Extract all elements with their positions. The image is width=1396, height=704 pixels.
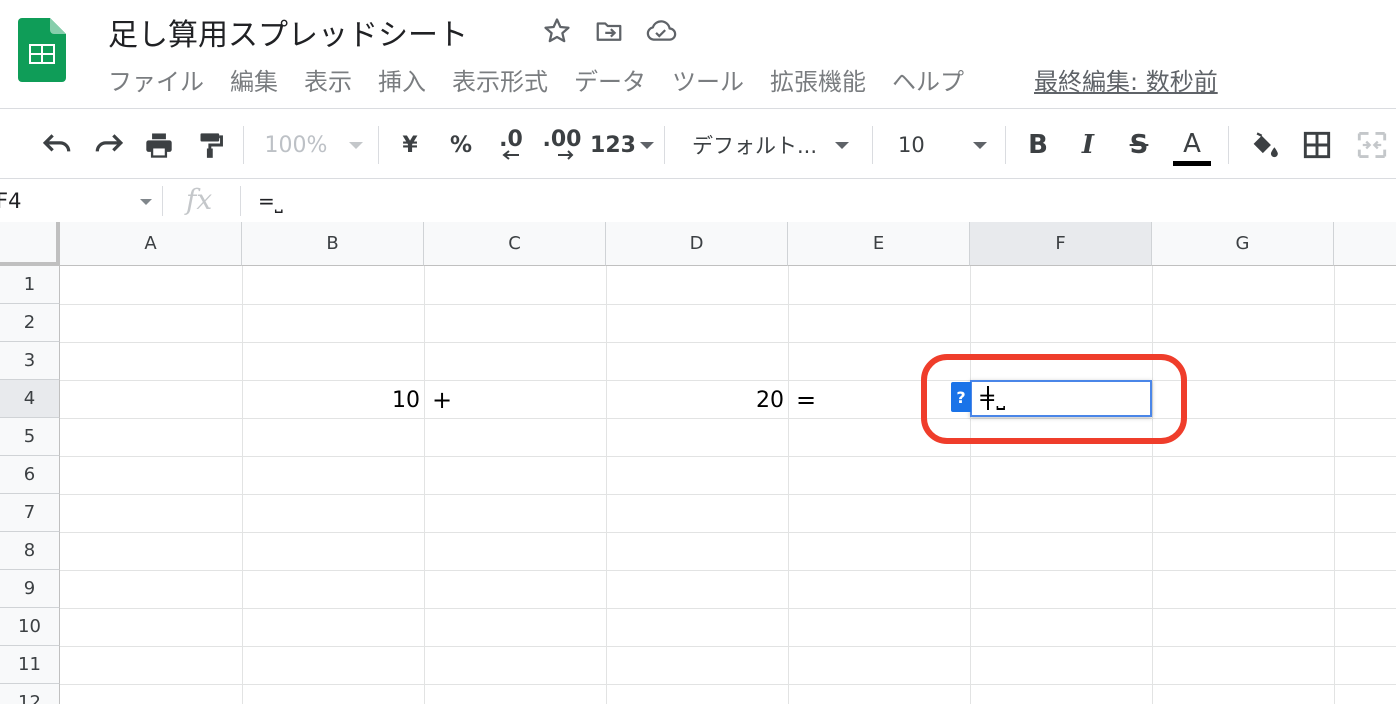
fx-icon: fx (186, 183, 213, 216)
name-box[interactable]: F4 (0, 180, 146, 222)
highlight-annotation (921, 354, 1187, 444)
star-icon[interactable] (540, 14, 574, 48)
divider (0, 108, 1396, 109)
row-header-8[interactable]: 8 (0, 532, 60, 570)
row-header-3[interactable]: 3 (0, 342, 60, 380)
font-size-select[interactable]: 10 (898, 112, 994, 178)
menu-extensions[interactable]: 拡張機能 (770, 64, 866, 100)
column-header-c[interactable]: C (424, 222, 606, 266)
increase-decimal-button[interactable]: .00 (542, 112, 582, 178)
borders-icon[interactable] (1300, 112, 1334, 178)
select-all-corner[interactable] (0, 222, 60, 266)
font-select[interactable]: デフォルト... (692, 112, 860, 178)
more-formats-label: 123 (590, 132, 636, 158)
row-header-6[interactable]: 6 (0, 456, 60, 494)
cell-e4[interactable]: = (796, 381, 816, 419)
text-color-label: A (1183, 128, 1201, 159)
formula-bar: F4 fx =⎵ (0, 180, 1396, 222)
row-header-1[interactable]: 1 (0, 266, 60, 304)
row-header-10[interactable]: 10 (0, 608, 60, 646)
menu-bar: ファイル 編集 表示 挿入 表示形式 データ ツール 拡張機能 ヘルプ (108, 64, 990, 100)
decrease-decimal-button[interactable]: .0 (494, 112, 528, 178)
arrow-right-icon (558, 150, 574, 160)
decrease-decimal-label: .0 (499, 127, 523, 152)
currency-button[interactable]: ¥ (396, 112, 424, 178)
arrow-left-icon (502, 150, 519, 160)
bold-button[interactable]: B (1024, 112, 1052, 178)
font-size-value: 10 (898, 133, 925, 157)
cell-b4[interactable]: 10 (242, 382, 420, 420)
italic-button[interactable]: I (1074, 112, 1102, 178)
google-sheets-logo-icon[interactable] (18, 18, 66, 82)
column-header-f[interactable]: F (970, 222, 1152, 266)
text-color-button[interactable]: A (1172, 112, 1212, 178)
paint-format-icon[interactable] (194, 112, 228, 178)
more-formats-button[interactable]: 123 (590, 112, 654, 178)
zoom-value: 100% (264, 132, 328, 158)
menu-data[interactable]: データ (574, 64, 646, 100)
row-header-5[interactable]: 5 (0, 418, 60, 456)
move-folder-icon[interactable] (592, 14, 626, 48)
redo-icon[interactable] (88, 112, 128, 178)
column-header-h[interactable] (1334, 222, 1396, 266)
print-icon[interactable] (140, 112, 178, 178)
cloud-saved-icon[interactable] (644, 14, 678, 48)
toolbar: 100% ¥ % .0 .00 123 デフォルト... 10 B I S A (0, 112, 1396, 178)
name-box-caret-icon[interactable] (140, 199, 152, 205)
row-header-9[interactable]: 9 (0, 570, 60, 608)
row-header-12[interactable]: 12 (0, 684, 60, 704)
row-header-11[interactable]: 11 (0, 646, 60, 684)
percent-button[interactable]: % (446, 112, 476, 178)
divider (0, 178, 1396, 179)
column-header-e[interactable]: E (788, 222, 970, 266)
sheets-window: 足し算用スプレッドシート ファイル 編集 表示 挿入 表示形式 データ ツール … (0, 0, 1396, 704)
increase-decimal-label: .00 (542, 127, 582, 152)
row-header-4[interactable]: 4 (0, 380, 60, 418)
column-header-g[interactable]: G (1152, 222, 1334, 266)
menu-file[interactable]: ファイル (108, 64, 204, 100)
strikethrough-button[interactable]: S (1124, 112, 1154, 178)
menu-format[interactable]: 表示形式 (452, 64, 548, 100)
last-edit-link[interactable]: 最終編集: 数秒前 (1034, 64, 1218, 100)
cell-d4[interactable]: 20 (606, 382, 784, 420)
spreadsheet-grid[interactable]: A B C D E F G 1 2 3 4 5 6 7 8 9 10 11 12 (0, 222, 1396, 704)
column-header-d[interactable]: D (606, 222, 788, 266)
cell-c4[interactable]: + (432, 381, 452, 419)
formula-input[interactable]: =⎵ (258, 180, 283, 222)
column-header-b[interactable]: B (242, 222, 424, 266)
column-header-a[interactable]: A (60, 222, 242, 266)
menu-view[interactable]: 表示 (304, 64, 352, 100)
document-title[interactable]: 足し算用スプレッドシート (108, 10, 468, 54)
menu-edit[interactable]: 編集 (230, 64, 278, 100)
fill-color-icon[interactable] (1246, 112, 1282, 178)
row-header-7[interactable]: 7 (0, 494, 60, 532)
zoom-select[interactable]: 100% (262, 112, 366, 178)
row-header-2[interactable]: 2 (0, 304, 60, 342)
merge-cells-icon[interactable] (1354, 112, 1390, 178)
font-value: デフォルト... (692, 134, 818, 158)
menu-tools[interactable]: ツール (672, 64, 744, 100)
text-color-swatch (1173, 160, 1211, 166)
undo-icon[interactable] (38, 112, 78, 178)
menu-insert[interactable]: 挿入 (378, 64, 426, 100)
menu-help[interactable]: ヘルプ (892, 64, 964, 100)
